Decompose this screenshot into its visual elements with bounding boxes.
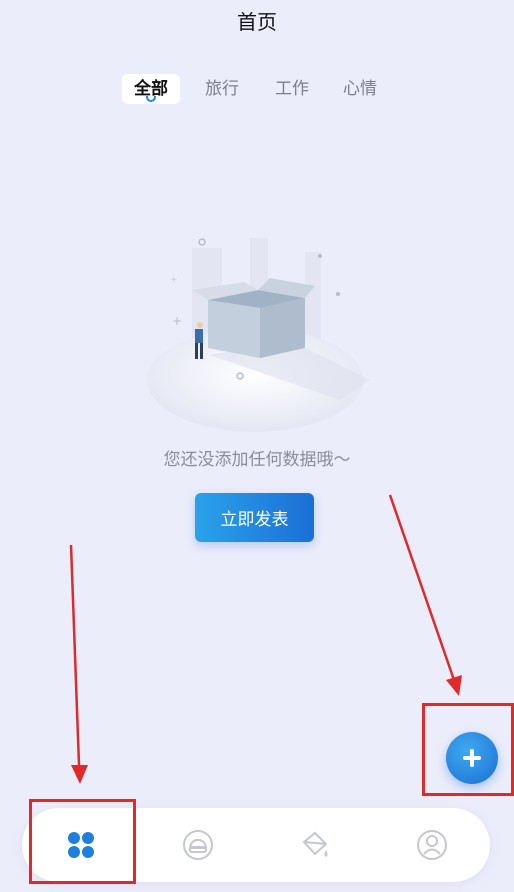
nav-item-travel[interactable] [139,808,256,882]
nav-item-create[interactable] [256,808,373,882]
empty-state-message: 您还没添加任何数据哦～ [163,450,351,470]
annotation-highlight-home [29,799,136,884]
paint-bucket-icon [302,831,327,857]
tab-all[interactable]: 全部 [122,74,180,104]
tab-active-indicator [146,96,156,102]
tab-mood[interactable]: 心情 [340,74,380,104]
plus-icon [463,749,481,767]
svg-text:+: + [172,314,182,328]
tab-label: 旅行 [205,79,239,99]
open-box-icon: + + [147,238,370,432]
tab-label: 心情 [343,79,377,99]
tab-travel[interactable]: 旅行 [202,74,242,104]
add-button[interactable] [446,732,498,784]
user-profile-icon [416,830,447,860]
svg-text:+: + [170,275,178,285]
publish-now-button[interactable]: 立即发表 [195,493,314,542]
car-icon [182,830,213,860]
tab-label: 工作 [275,79,309,99]
nav-item-profile[interactable] [373,808,490,882]
tab-work[interactable]: 工作 [272,74,312,104]
tab-bar: 全部 旅行 工作 心情 [122,74,402,106]
page-title: 首页 [237,10,277,34]
